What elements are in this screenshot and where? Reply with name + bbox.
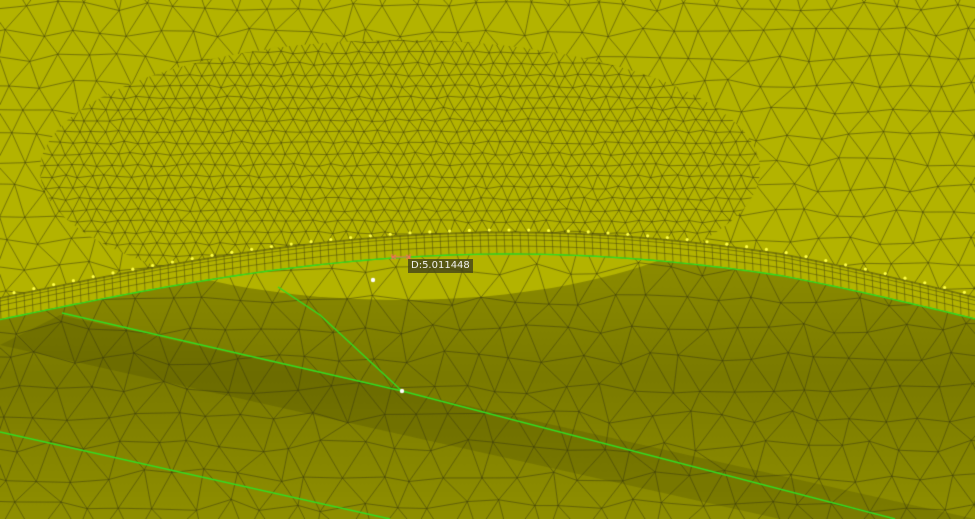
mesh-viewport[interactable]: D:5.011448 xyxy=(0,0,975,519)
distance-measurement-label: D:5.011448 xyxy=(408,259,473,273)
mesh-canvas[interactable] xyxy=(0,0,975,519)
